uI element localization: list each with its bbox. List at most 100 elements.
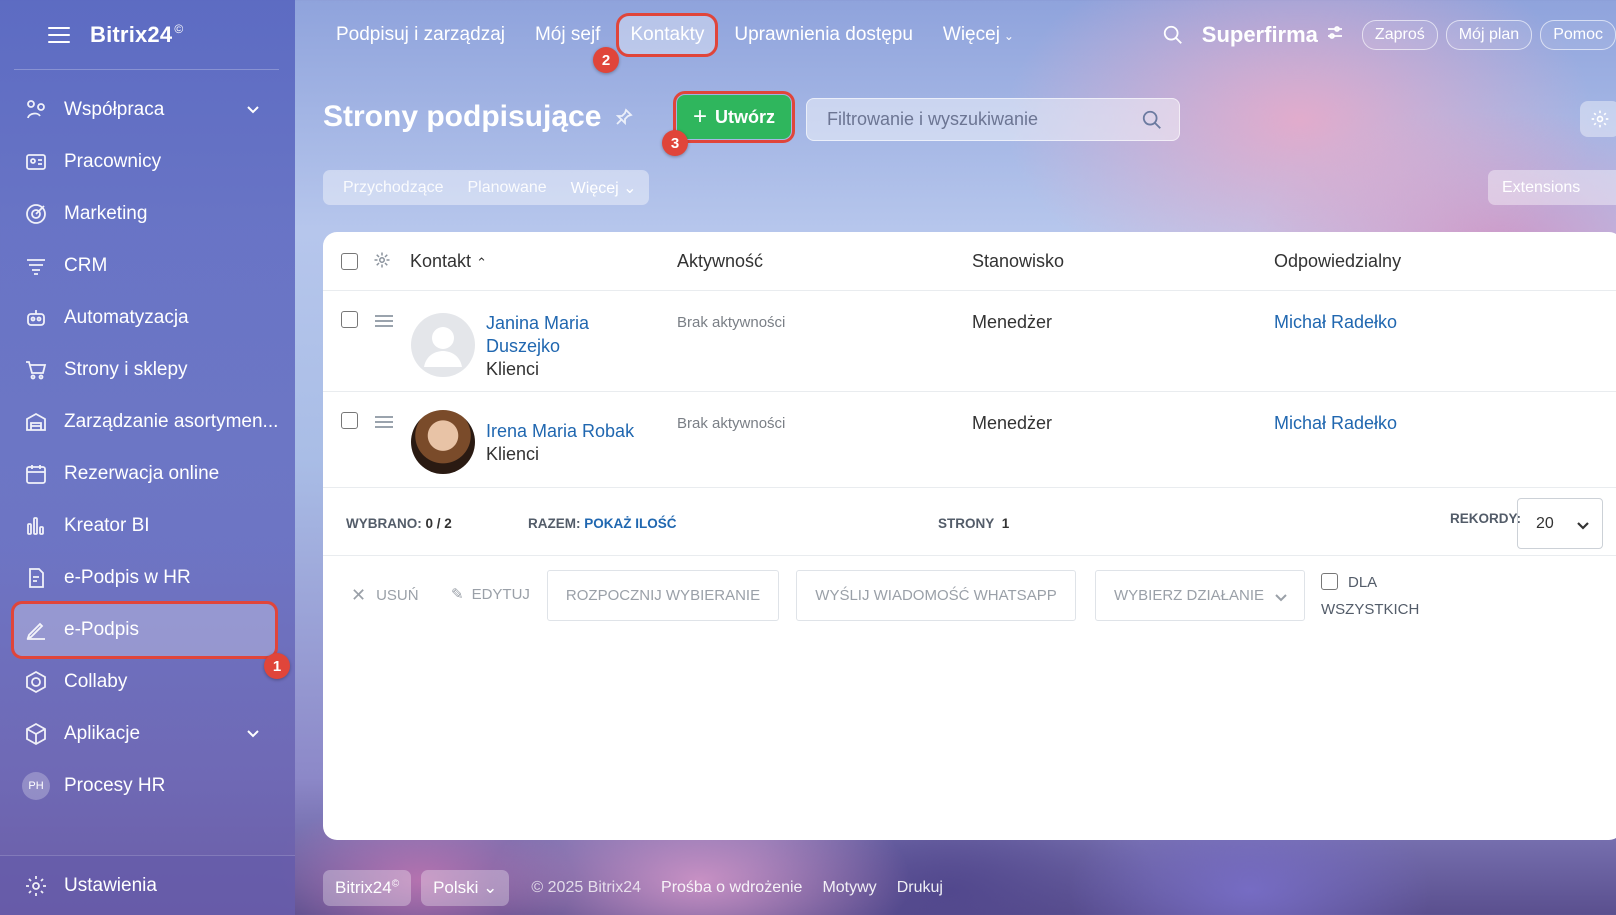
search-placeholder: Filtrowanie i wyszukiwanie <box>827 109 1039 129</box>
sidebar-item-strony[interactable]: Strony i sklepy <box>0 344 295 396</box>
chevron-down-icon <box>1577 522 1589 530</box>
sidebar-item-label: Marketing <box>64 203 148 224</box>
settings-sliders-icon[interactable] <box>1326 24 1344 47</box>
gear-icon <box>24 874 48 898</box>
tab-uprawnienia[interactable]: Uprawnienia dostępu <box>723 16 924 54</box>
show-count-link[interactable]: POKAŻ ILOŚĆ <box>584 516 676 531</box>
settings-button[interactable] <box>1580 101 1616 137</box>
top-navigation: Podpisuj i zarządzaj Mój sejf Kontakty U… <box>295 0 1616 70</box>
search-icon[interactable] <box>1141 109 1163 136</box>
table-header: Kontakt ⌃ Aktywność Stanowisko Odpowiedz… <box>323 232 1616 291</box>
column-stanowisko[interactable]: Stanowisko <box>972 251 1064 272</box>
send-whatsapp-button[interactable]: WYŚLIJ WIADOMOŚĆ WHATSAPP <box>796 570 1076 621</box>
sidebar-item-crm[interactable]: CRM <box>0 240 295 292</box>
sidebar-item-label: Współpraca <box>64 99 165 120</box>
sidebar-item-epodpis[interactable]: e-Podpis <box>11 601 278 659</box>
row-checkbox[interactable] <box>341 412 358 429</box>
language-select[interactable]: Polski ⌄ <box>421 870 510 906</box>
company-name[interactable]: Superfirma <box>1202 22 1318 48</box>
settings-label: Ustawienia <box>64 874 157 896</box>
footer-brand[interactable]: Bitrix24© <box>323 870 412 906</box>
chevron-down-icon: ⌄ <box>483 878 498 897</box>
sidebar-item-marketing[interactable]: Marketing <box>0 188 295 240</box>
row-checkbox[interactable] <box>341 311 358 328</box>
contact-name[interactable]: Irena Maria Robak Klienci <box>486 420 634 466</box>
records-select[interactable]: 20 <box>1517 498 1603 549</box>
subtab-planowane[interactable]: Planowane <box>468 179 547 197</box>
pin-icon[interactable] <box>615 100 634 134</box>
pencil-icon: ✎ <box>451 586 464 603</box>
responsible-link[interactable]: Michał Radełko <box>1274 312 1397 333</box>
sidebar-item-automatyzacja[interactable]: Automatyzacja <box>0 292 295 344</box>
cart-icon <box>24 358 48 382</box>
calendar-icon <box>24 462 48 486</box>
plus-icon: + <box>692 103 707 130</box>
crm-icon <box>24 254 48 278</box>
pages-value[interactable]: 1 <box>1002 516 1010 531</box>
invite-button[interactable]: Zaproś <box>1361 20 1438 50</box>
column-kontakt-label: Kontakt <box>410 250 472 271</box>
footer-link-wdrozenie[interactable]: Prośba o wdrożenie <box>661 879 802 897</box>
contact-type: Klienci <box>486 444 540 464</box>
sidebar-item-asortyment[interactable]: Zarządzanie asortymen... <box>0 396 295 448</box>
sidebar-item-rezerwacja[interactable]: Rezerwacja online <box>0 448 295 500</box>
column-aktywnosc[interactable]: Aktywność <box>677 251 763 272</box>
sidebar-item-label: Pracownicy <box>64 151 162 172</box>
contact-name-line2: Duszejko <box>486 336 561 356</box>
choose-action-select[interactable]: WYBIERZ DZIAŁANIE <box>1095 570 1305 621</box>
footer-link-motywy[interactable]: Motywy <box>822 879 876 897</box>
search-icon[interactable] <box>1162 24 1184 46</box>
responsible-link[interactable]: Michał Radełko <box>1274 413 1397 434</box>
sidebar-item-settings[interactable]: Ustawienia <box>0 855 295 915</box>
sidebar-header: Bitrix24 © <box>14 0 279 70</box>
chevron-down-icon <box>1275 594 1287 602</box>
footer-link-drukuj[interactable]: Drukuj <box>897 879 943 897</box>
sidebar-item-procesy-hr[interactable]: PH Procesy HR <box>0 760 295 812</box>
activity-cell: Brak aktywności <box>677 314 786 331</box>
my-plan-button[interactable]: Mój plan <box>1445 20 1533 50</box>
help-button[interactable]: Pomoc <box>1540 20 1616 50</box>
sidebar-item-collaby[interactable]: Collaby <box>0 656 295 708</box>
drag-handle-icon[interactable] <box>375 416 393 428</box>
tab-podpisuj[interactable]: Podpisuj i zarządzaj <box>325 16 516 54</box>
sidebar-item-aplikacje[interactable]: Aplikacje <box>0 708 295 760</box>
column-odpowiedzialny[interactable]: Odpowiedzialny <box>1274 251 1401 272</box>
select-all-checkbox[interactable] <box>341 253 358 270</box>
menu-icon[interactable] <box>48 26 70 43</box>
chevron-down-icon[interactable] <box>245 101 261 123</box>
subtab-przychodzace[interactable]: Przychodzące <box>343 179 444 197</box>
drag-handle-icon[interactable] <box>375 315 393 327</box>
document-sign-icon <box>24 566 48 590</box>
column-settings-icon[interactable] <box>373 251 391 274</box>
sidebar-item-wspolpraca[interactable]: Współpraca <box>0 84 295 136</box>
tab-kontakty[interactable]: Kontakty <box>616 13 719 57</box>
total-count: RAZEM: POKAŻ ILOŚĆ <box>528 516 677 531</box>
position-cell: Menedżer <box>972 312 1053 332</box>
avatar <box>411 410 475 474</box>
contact-name[interactable]: Janina Maria Duszejko Klienci <box>486 312 589 381</box>
chevron-down-icon[interactable] <box>245 725 261 747</box>
logo[interactable]: Bitrix24 © <box>90 22 183 48</box>
sidebar-item-kreator-bi[interactable]: Kreator BI <box>0 500 295 552</box>
bulk-actions-bar: ✕ USUŃ ✎ EDYTUJ ROZPOCZNIJ WYBIERANIE WYŚL… <box>323 556 1616 636</box>
subtab-wiecej[interactable]: Więcej ⌄ <box>571 178 637 198</box>
chart-icon <box>24 514 48 538</box>
activity-cell: Brak aktywności <box>677 415 786 432</box>
contact-name-line1: Janina Maria <box>486 313 590 333</box>
page-title-text: Strony podpisujące <box>323 100 602 133</box>
close-icon: ✕ <box>351 585 367 605</box>
for-all-label-1: DLA <box>1348 574 1378 591</box>
search-input[interactable]: Filtrowanie i wyszukiwanie <box>806 98 1180 141</box>
contact-name-line1: Irena Maria Robak <box>486 421 635 441</box>
delete-button[interactable]: ✕ USUŃ <box>351 585 419 606</box>
column-kontakt[interactable]: Kontakt ⌃ <box>410 251 487 272</box>
sidebar-item-pracownicy[interactable]: Pracownicy <box>0 136 295 188</box>
sidebar-item-epodpis-hr[interactable]: e-Podpis w HR <box>0 552 295 604</box>
edit-button[interactable]: ✎ EDYTUJ <box>451 585 530 604</box>
create-button[interactable]: + Utwórz <box>673 91 795 143</box>
tab-wiecej[interactable]: Więcej ⌄ <box>932 16 1025 54</box>
for-all-checkbox[interactable] <box>1321 573 1338 590</box>
warehouse-icon <box>24 410 48 434</box>
extensions-button[interactable]: Extensions <box>1488 170 1616 205</box>
start-dialing-button[interactable]: ROZPOCZNIJ WYBIERANIE <box>547 570 779 621</box>
